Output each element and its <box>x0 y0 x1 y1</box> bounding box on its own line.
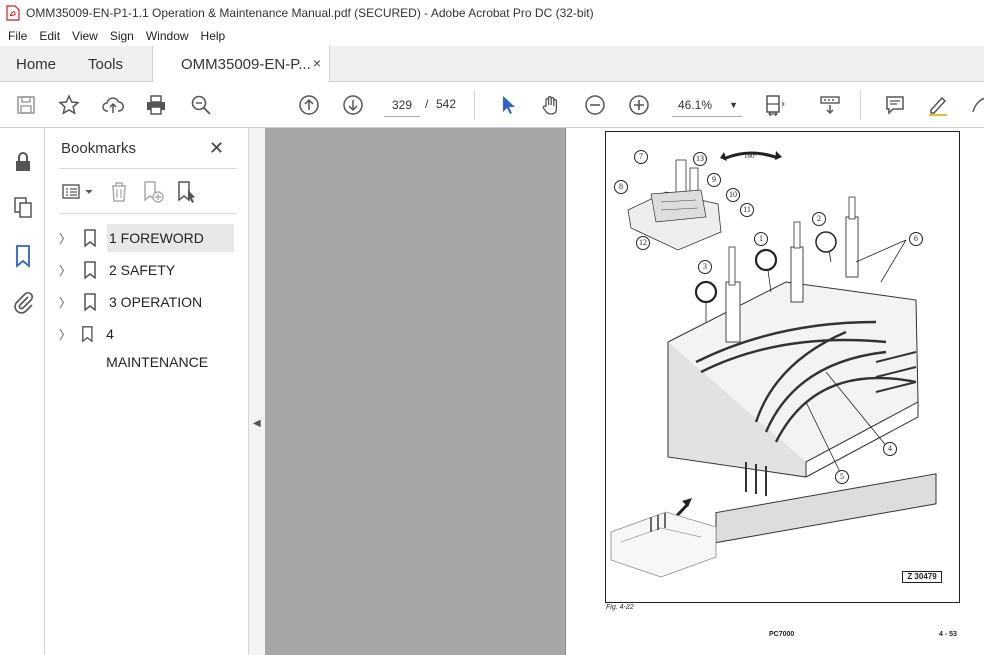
close-icon[interactable]: ✕ <box>209 138 224 159</box>
figure-caption: Fig. 4-22 <box>606 604 634 611</box>
tab-bar: Home Tools OMM35009-EN-P... × <box>0 46 984 83</box>
save-icon[interactable] <box>14 93 38 117</box>
tab-document[interactable]: OMM35009-EN-P... × <box>152 46 330 83</box>
panel-splitter[interactable]: ◀ <box>248 128 265 655</box>
chevron-right-icon[interactable]: 〉 <box>59 230 75 247</box>
window-title: OMM35009-EN-P1-1.1 Operation & Maintenan… <box>26 6 594 20</box>
menu-file[interactable]: File <box>2 29 33 43</box>
bookmark-item-operation[interactable]: 〉 3 OPERATION <box>59 288 239 316</box>
menu-sign[interactable]: Sign <box>104 29 140 43</box>
bookmark-item-maintenance[interactable]: 〉 4 MAINTENANCE <box>59 320 239 370</box>
figure-code: Z 30479 <box>902 571 942 583</box>
page-thumbnails-icon[interactable] <box>11 196 35 220</box>
callout-2: 2 <box>812 212 826 226</box>
menu-bar: File Edit View Sign Window Help <box>0 26 984 46</box>
draw-icon[interactable] <box>966 93 984 117</box>
acrobat-icon <box>6 5 20 21</box>
bookmark-search-icon[interactable] <box>175 180 199 204</box>
scroll-mode-icon[interactable] <box>818 93 842 117</box>
bookmarks-title: Bookmarks <box>61 140 137 157</box>
rotation-label: 180° <box>744 152 758 160</box>
bookmark-icon <box>84 293 96 311</box>
document-view[interactable]: 180° 7 13 8 9 10 11 12 2 1 6 3 4 5 Z 304… <box>265 128 984 655</box>
bookmark-icon <box>84 261 96 279</box>
comment-icon[interactable] <box>883 93 907 117</box>
panel-divider <box>59 168 237 169</box>
chevron-right-icon[interactable]: 〉 <box>59 262 75 279</box>
callout-5: 5 <box>835 470 849 484</box>
callout-13: 13 <box>693 152 707 166</box>
tab-tools[interactable]: Tools <box>88 46 123 82</box>
delete-icon[interactable] <box>107 180 131 204</box>
navigation-rail <box>0 128 45 655</box>
tab-home[interactable]: Home <box>16 46 56 82</box>
menu-help[interactable]: Help <box>195 29 232 43</box>
page-number-input[interactable]: 329 <box>384 93 420 117</box>
menu-view[interactable]: View <box>66 29 104 43</box>
callout-3: 3 <box>698 260 712 274</box>
collapse-panel-icon[interactable]: ◀ <box>253 418 261 429</box>
new-bookmark-icon[interactable] <box>141 180 165 204</box>
page-separator: / <box>425 97 429 111</box>
bookmarks-toolbar <box>59 178 239 206</box>
callout-1: 1 <box>754 232 768 246</box>
main-toolbar: 329 / 542 46.1% ▼ <box>0 82 984 128</box>
page-total: 542 <box>436 97 457 111</box>
callout-4: 4 <box>883 442 897 456</box>
figure-frame: 180° 7 13 8 9 10 11 12 2 1 6 3 4 5 Z 304… <box>605 131 960 603</box>
hydraulic-assembly-illustration <box>610 151 937 578</box>
bookmark-icon <box>82 326 94 343</box>
lock-icon[interactable] <box>11 150 35 174</box>
select-cursor-icon[interactable] <box>496 93 520 117</box>
footer-model: PC7000 <box>769 631 795 638</box>
print-icon[interactable] <box>144 93 168 117</box>
bookmark-icon <box>84 229 96 247</box>
zoom-out-icon[interactable] <box>583 93 607 117</box>
pdf-page: 180° 7 13 8 9 10 11 12 2 1 6 3 4 5 Z 304… <box>565 128 984 655</box>
callout-7: 7 <box>634 150 648 164</box>
footer-page-number: 4 - 53 <box>939 631 957 638</box>
tab-close-icon[interactable]: × <box>313 55 321 71</box>
bookmark-label: 3 OPERATION <box>109 294 203 310</box>
zoom-search-icon[interactable] <box>189 93 213 117</box>
star-icon[interactable] <box>57 93 81 117</box>
chevron-right-icon[interactable]: 〉 <box>59 294 75 311</box>
tab-document-label: OMM35009-EN-P... <box>181 56 311 73</box>
bookmark-label: 2 SAFETY <box>109 262 176 278</box>
menu-window[interactable]: Window <box>140 29 195 43</box>
bookmark-label: 1 FOREWORD <box>107 224 234 252</box>
cloud-upload-icon[interactable] <box>101 93 125 117</box>
bookmarks-panel: Bookmarks ✕ 〉 1 FOREWORD 〉 2 SAFETY 〉 3 … <box>45 128 248 655</box>
previous-page-icon[interactable] <box>297 93 321 117</box>
zoom-level-select[interactable]: 46.1% ▼ <box>672 93 742 117</box>
toolbar-divider <box>474 90 475 120</box>
hand-tool-icon[interactable] <box>539 93 563 117</box>
highlight-pen-icon[interactable] <box>926 93 950 117</box>
toolbar-divider <box>860 90 861 120</box>
page-fit-icon[interactable] <box>762 93 786 117</box>
title-bar: OMM35009-EN-P1-1.1 Operation & Maintenan… <box>0 0 984 26</box>
bookmark-item-foreword[interactable]: 〉 1 FOREWORD <box>59 224 239 252</box>
chevron-down-icon: ▼ <box>729 100 738 110</box>
callout-6: 6 <box>909 232 923 246</box>
menu-edit[interactable]: Edit <box>33 29 66 43</box>
options-menu-icon[interactable] <box>61 180 95 204</box>
chevron-right-icon[interactable]: 〉 <box>59 326 73 343</box>
callout-8: 8 <box>614 180 628 194</box>
bookmark-item-safety[interactable]: 〉 2 SAFETY <box>59 256 239 284</box>
callout-9: 9 <box>707 173 721 187</box>
bookmark-label: 4 MAINTENANCE <box>106 326 209 370</box>
zoom-level-value: 46.1% <box>678 98 713 112</box>
callout-12: 12 <box>636 236 650 250</box>
callout-10: 10 <box>726 188 740 202</box>
callout-11: 11 <box>740 203 754 217</box>
panel-divider <box>59 213 237 214</box>
attachments-icon[interactable] <box>11 290 35 314</box>
zoom-in-icon[interactable] <box>627 93 651 117</box>
bookmarks-icon[interactable] <box>11 244 35 268</box>
next-page-icon[interactable] <box>341 93 365 117</box>
